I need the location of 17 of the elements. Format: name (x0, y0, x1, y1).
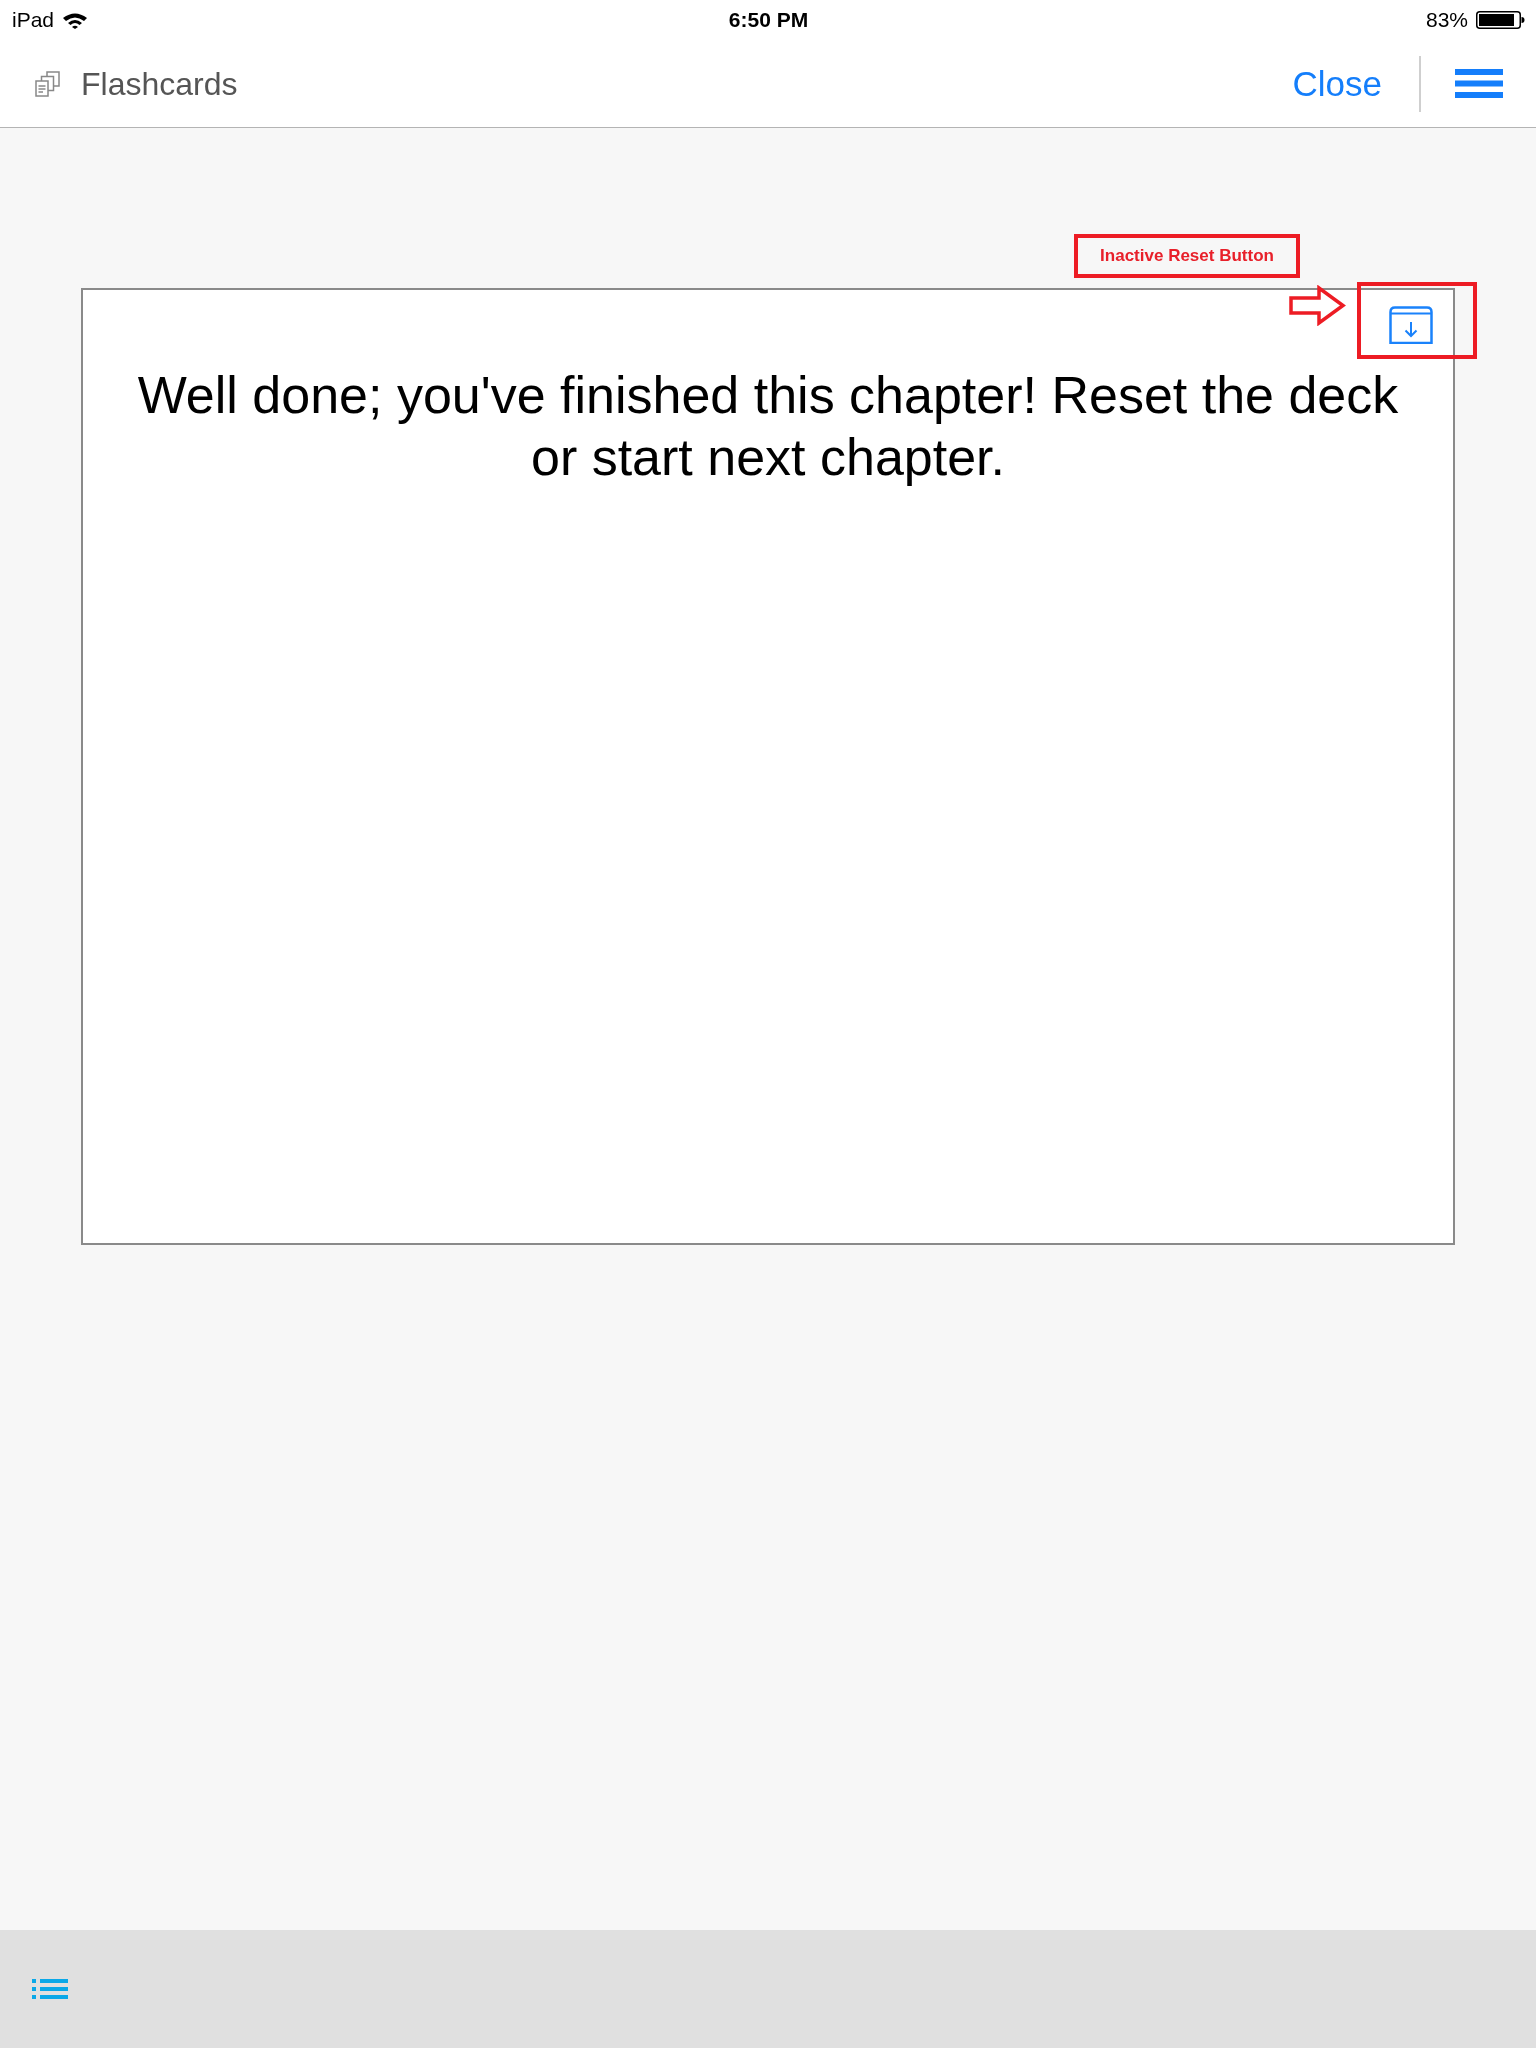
reset-button[interactable] (1389, 306, 1433, 344)
status-time: 6:50 PM (728, 8, 809, 32)
download-tray-icon (1389, 306, 1433, 344)
menu-button[interactable] (1455, 69, 1503, 98)
battery-percentage: 83% (1425, 8, 1468, 32)
menu-icon (1455, 69, 1503, 98)
device-name: iPad (12, 8, 55, 32)
completion-message: Well done; you've finished this chapter! Reset the deck or start next chapter. (136, 365, 1400, 488)
stacked-cards-icon (35, 70, 60, 97)
battery-icon (1476, 11, 1525, 29)
page-title: Flashcards (81, 64, 238, 103)
close-button[interactable]: Close (1292, 63, 1382, 104)
wifi-icon (62, 11, 89, 29)
list-icon (32, 1979, 68, 1999)
list-button[interactable] (32, 1979, 68, 1999)
annotation-arrow (1289, 285, 1346, 326)
annotation-label: Inactive Reset Button (1074, 234, 1300, 278)
